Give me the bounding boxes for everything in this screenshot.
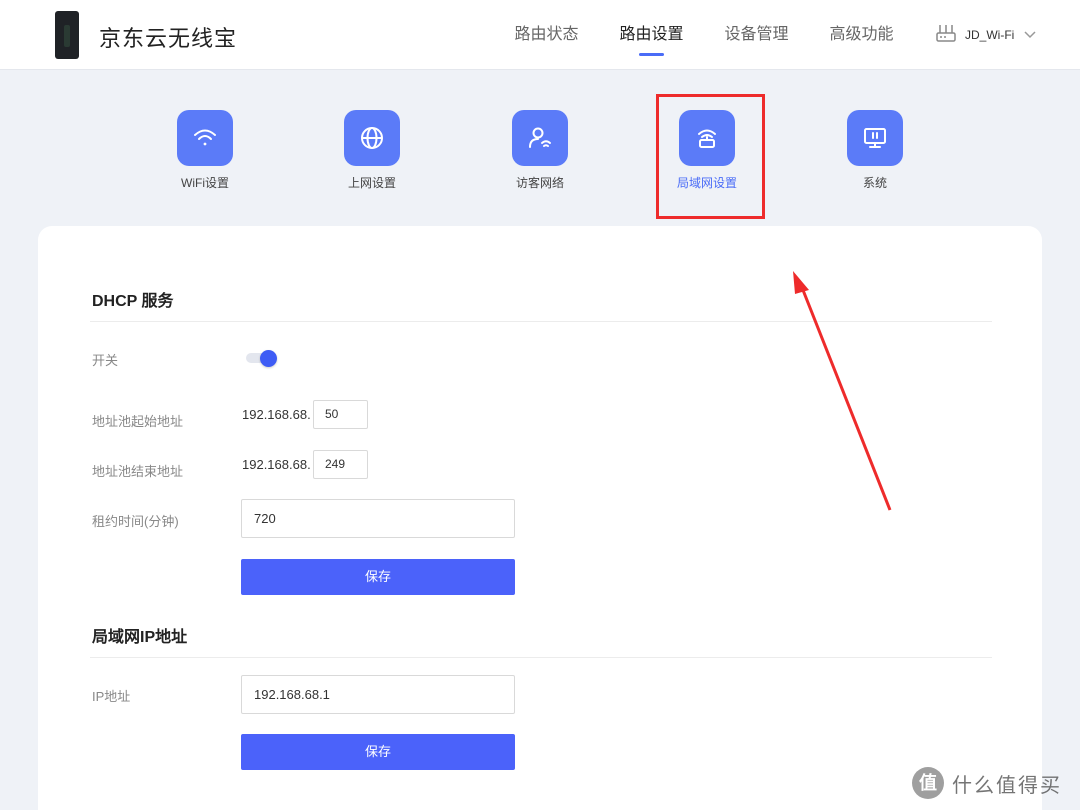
nav-device-management[interactable]: 设备管理	[704, 0, 809, 70]
lan-ip-save-button[interactable]: 保存	[241, 734, 515, 770]
lan-ip-section-title: 局域网IP地址	[92, 629, 188, 646]
brand-title: 京东云无线宝	[99, 26, 238, 51]
category-label: 系统	[862, 176, 887, 190]
top-header: 京东云无线宝 路由状态 路由设置 设备管理 高级功能 JD_Wi-Fi	[0, 0, 1080, 70]
lease-time-input[interactable]: 720	[241, 499, 515, 538]
category-internet-settings[interactable]: 上网设置	[317, 110, 427, 191]
globe-icon	[344, 110, 400, 166]
lease-time-label: 租约时间(分钟)	[92, 514, 179, 529]
annotation-highlight-box	[656, 94, 765, 219]
category-label: 上网设置	[347, 176, 396, 190]
toggle-knob	[260, 350, 277, 367]
category-label: WiFi设置	[181, 176, 229, 190]
watermark-text: 什么值得买	[952, 774, 1062, 797]
guest-user-icon	[512, 110, 568, 166]
chevron-down-icon[interactable]	[1024, 26, 1036, 44]
settings-category-row: WiFi设置 上网设置 访客网络 局域网设置 系统	[0, 110, 1080, 200]
pool-start-prefix: 192.168.68.	[242, 407, 311, 422]
nav-router-settings[interactable]: 路由设置	[599, 0, 704, 70]
nav-advanced-features[interactable]: 高级功能	[809, 0, 914, 70]
router-ssid: JD_Wi-Fi	[965, 28, 1015, 42]
category-guest-network[interactable]: 访客网络	[485, 110, 595, 191]
pool-end-prefix: 192.168.68.	[242, 457, 311, 472]
dhcp-section-title: DHCP 服务	[92, 293, 174, 310]
category-system[interactable]: 系统	[820, 110, 930, 191]
main-nav: 路由状态 路由设置 设备管理 高级功能	[494, 0, 914, 70]
nav-router-status[interactable]: 路由状态	[494, 0, 599, 70]
pool-end-label: 地址池结束地址	[92, 464, 184, 479]
dhcp-save-button[interactable]: 保存	[241, 559, 515, 595]
pool-start-label: 地址池起始地址	[92, 414, 184, 429]
settings-panel: DHCP 服务 开关 地址池起始地址 192.168.68. 50 地址池结束地…	[38, 226, 1042, 810]
section-divider	[90, 657, 992, 658]
pool-start-input[interactable]: 50	[313, 400, 368, 429]
pool-end-input[interactable]: 249	[313, 450, 368, 479]
watermark-logo-icon: 值	[912, 767, 944, 799]
ip-address-input[interactable]: 192.168.68.1	[241, 675, 515, 714]
router-device-icon	[935, 23, 957, 48]
router-selector[interactable]: JD_Wi-Fi	[935, 24, 1036, 46]
category-label: 访客网络	[515, 176, 564, 190]
category-wifi-settings[interactable]: WiFi设置	[150, 110, 260, 191]
monitor-icon	[847, 110, 903, 166]
dhcp-switch-toggle[interactable]	[246, 350, 280, 367]
dhcp-switch-label: 开关	[92, 353, 119, 368]
router-logo-icon	[55, 11, 79, 59]
section-divider	[90, 321, 992, 322]
watermark: 值 什么值得买	[912, 766, 1062, 800]
wifi-icon	[177, 110, 233, 166]
ip-address-label: IP地址	[92, 689, 131, 704]
